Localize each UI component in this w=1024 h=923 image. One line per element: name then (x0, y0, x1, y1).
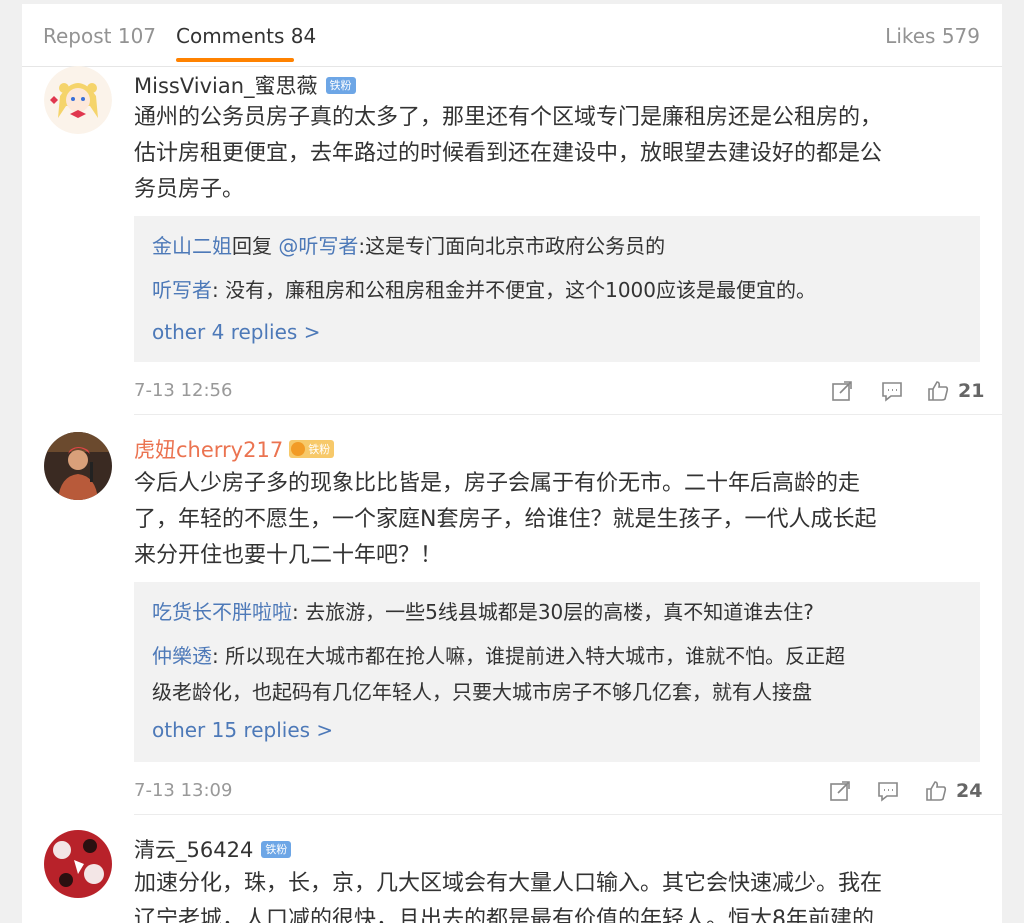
tab-repost[interactable]: Repost 107 (43, 24, 156, 48)
active-tab-indicator (176, 58, 294, 62)
fan-icon (291, 442, 306, 456)
comment-meta: 7-13 13:09 24 (134, 776, 983, 806)
fan-badge: 铁粉 (325, 76, 356, 94)
reply-item: 仲樂透: 所以现在大城市都在抢人嘛，谁提前进入特大城市，谁就不怕。反正超 级老龄… (152, 638, 962, 710)
tab-likes[interactable]: Likes 579 (885, 24, 980, 48)
tab-bar: Repost 107 Comments 84 Likes 579 (22, 4, 1002, 67)
reply-item: 金山二姐回复 @听写者:这是专门面向北京市政府公务员的 (152, 228, 962, 264)
share-icon[interactable] (830, 379, 854, 403)
comment-text: 通州的公务员房子真的太多了，那里还有个区域专门是廉租房还是公租房的， 估计房租更… (134, 100, 976, 208)
username-row: 虎妞cherry217 铁粉 (134, 434, 335, 464)
username[interactable]: 虎妞cherry217 (134, 434, 283, 464)
share-icon[interactable] (828, 779, 852, 803)
comment-item: MissVivian_蜜思薇 铁粉 通州的公务员房子真的太多了，那里还有个区域专… (22, 66, 1002, 416)
avatar-pattern-icon (44, 830, 112, 898)
reply-text: 级老龄化，也起码有几亿年轻人，只要大城市房子不够几亿套，就有人接盘 (152, 680, 812, 704)
avatar-sailor-icon (44, 66, 112, 134)
comment-icon[interactable] (880, 379, 904, 403)
comment-line: 了，年轻的不愿生，一个家庭N套房子，给谁住？就是生孩子，一代人成长起 (134, 507, 877, 532)
avatar-photo-icon (44, 432, 112, 500)
comment-item: 清云_56424 铁粉 加速分化，珠，长，京，几大区域会有大量人口输入。其它会快… (22, 830, 1002, 923)
avatar[interactable] (44, 66, 112, 134)
fan-badge: 铁粉 (289, 440, 335, 458)
reply-author[interactable]: 吃货长不胖啦啦 (152, 600, 292, 624)
reply-text: : 去旅游，一些5线县城都是30层的高楼，真不知道谁去住? (292, 600, 814, 624)
timestamp: 7-13 13:09 (134, 780, 233, 801)
username-row: 清云_56424 铁粉 (134, 834, 292, 864)
timestamp: 7-13 12:56 (134, 380, 233, 401)
comment-panel: Repost 107 Comments 84 Likes 579 MissViv… (22, 4, 1002, 923)
comment-line: 估计房租更便宜，去年路过的时候看到还在建设中，放眼望去建设好的都是公 (134, 141, 883, 166)
comment-line: 来分开住也要十几二十年吧？！ (134, 543, 443, 568)
comment-meta: 7-13 12:56 21 (134, 376, 984, 406)
divider (134, 814, 1002, 815)
reply-item: 听写者: 没有，廉租房和公租房租金并不便宜，这个1000应该是最便宜的。 (152, 272, 962, 308)
avatar[interactable] (44, 432, 112, 500)
more-replies-link[interactable]: other 4 replies > (152, 320, 320, 344)
fan-badge: 铁粉 (261, 840, 292, 858)
more-replies-link[interactable]: other 15 replies > (152, 718, 333, 742)
comment-line: 辽宁老城，人口减的很快，且出去的都是最有价值的年轻人。恒大8年前建的 (134, 907, 874, 923)
username[interactable]: MissVivian_蜜思薇 (134, 70, 318, 100)
divider (134, 414, 1002, 415)
reply-author[interactable]: 金山二姐 (152, 234, 232, 258)
thumbs-up-icon[interactable] (924, 779, 948, 803)
comment-item: 虎妞cherry217 铁粉 今后人少房子多的现象比比皆是，房子会属于有价无市。… (22, 432, 1002, 816)
comment-text: 今后人少房子多的现象比比皆是，房子会属于有价无市。二十年后高龄的走 了，年轻的不… (134, 466, 976, 574)
username[interactable]: 清云_56424 (134, 834, 253, 864)
username-row: MissVivian_蜜思薇 铁粉 (134, 70, 356, 100)
reply-text: : 没有，廉租房和公租房租金并不便宜，这个1000应该是最便宜的。 (212, 278, 816, 302)
reply-author[interactable]: 仲樂透 (152, 644, 212, 668)
thumbs-up-icon[interactable] (926, 379, 950, 403)
fan-badge-label: 铁粉 (308, 443, 331, 456)
reply-text: : 所以现在大城市都在抢人嘛，谁提前进入特大城市，谁就不怕。反正超 (212, 644, 846, 668)
tab-comments[interactable]: Comments 84 (176, 24, 316, 48)
reply-item: 吃货长不胖啦啦: 去旅游，一些5线县城都是30层的高楼，真不知道谁去住? (152, 594, 962, 630)
reply-box: 金山二姐回复 @听写者:这是专门面向北京市政府公务员的 听写者: 没有，廉租房和… (134, 216, 980, 362)
reply-author[interactable]: 听写者 (152, 278, 212, 302)
reply-text: :这是专门面向北京市政府公务员的 (358, 234, 666, 258)
reply-box: 吃货长不胖啦啦: 去旅游，一些5线县城都是30层的高楼，真不知道谁去住? 仲樂透… (134, 582, 980, 762)
comment-line: 今后人少房子多的现象比比皆是，房子会属于有价无市。二十年后高龄的走 (134, 471, 861, 496)
comment-line: 加速分化，珠，长，京，几大区域会有大量人口输入。其它会快速减少。我在 (134, 871, 883, 896)
reply-mention[interactable]: @听写者 (278, 234, 358, 258)
comment-text: 加速分化，珠，长，京，几大区域会有大量人口输入。其它会快速减少。我在 辽宁老城，… (134, 866, 976, 923)
like-count: 21 (958, 380, 985, 402)
like-count: 24 (956, 780, 983, 802)
comment-line: 通州的公务员房子真的太多了，那里还有个区域专门是廉租房还是公租房的， (134, 105, 883, 130)
avatar[interactable] (44, 830, 112, 898)
reply-text: 回复 (232, 234, 279, 258)
comment-line: 务员房子。 (134, 177, 245, 202)
comment-icon[interactable] (876, 779, 900, 803)
